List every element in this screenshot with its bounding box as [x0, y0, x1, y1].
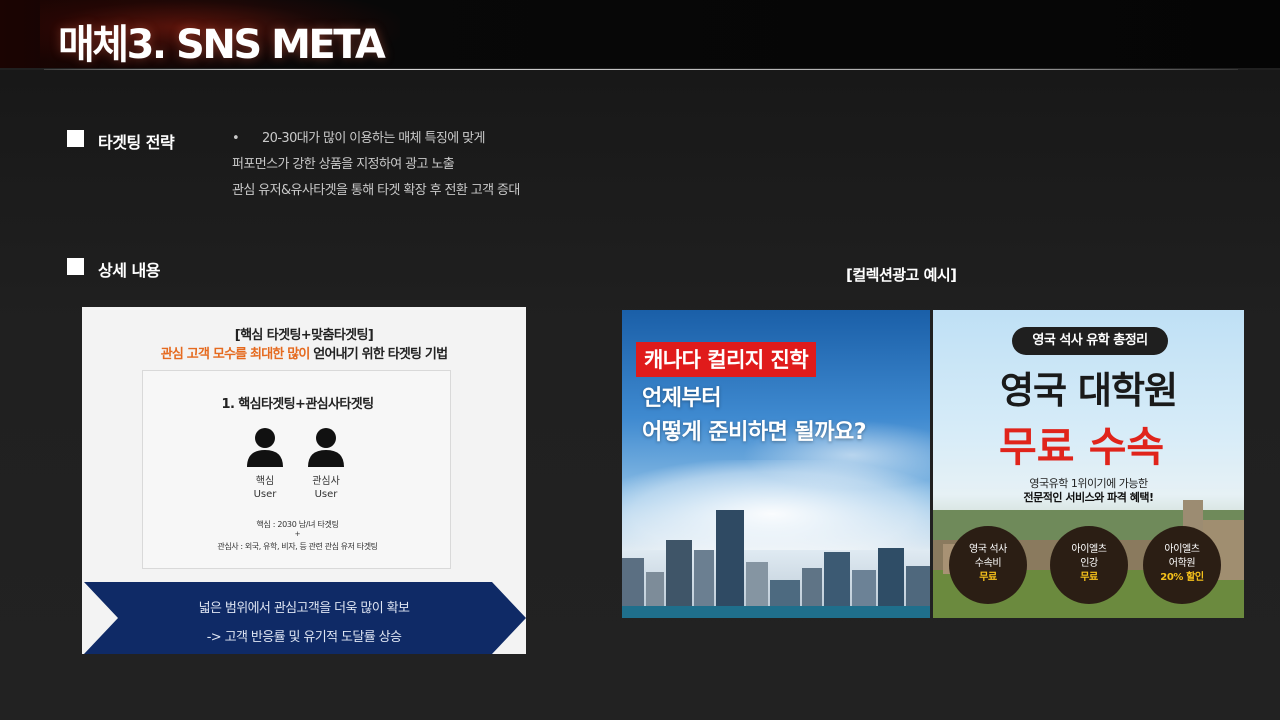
- banner-line-2: -> 고객 반응률 및 유기적 도달률 상승: [206, 630, 402, 645]
- detail-label: 상세 내용: [98, 261, 160, 280]
- strategy-line-2: 퍼포먼스가 강한 상품을 지정하여 광고 노출: [232, 157, 455, 172]
- ad2-headline-2: 무료 수속: [999, 423, 1165, 471]
- interest-targeting-note: 관심사 : 외국, 유학, 비자, 등 관련 관심 유저 타겟팅: [217, 542, 378, 551]
- ad2-pill-label: 영국 석사 유학 총정리: [1012, 327, 1168, 355]
- ad-example-canada: 캐나다 컬리지 진학 언제부터 어떻게 준비하면 될까요?: [622, 310, 930, 618]
- targeting-box-title: 1. 핵심타겟팅+관심사타겟팅: [221, 397, 375, 412]
- city-skyline-image: [622, 510, 930, 618]
- ad2-subtext-2: 전문적인 서비스와 파격 혜택!: [1023, 491, 1154, 504]
- plus-sign: +: [294, 530, 301, 538]
- bullet-icon: •: [232, 131, 240, 146]
- detail-heading: [핵심 타겟팅+맞춤타겟팅]: [234, 328, 374, 343]
- benefit-badge: 영국 석사 수속비 무료: [949, 526, 1027, 604]
- interest-user-label: 관심사 User: [312, 476, 340, 500]
- user-icon: [308, 428, 344, 467]
- core-targeting-note: 핵심 : 2030 남/녀 타겟팅: [256, 520, 339, 529]
- banner-line-1: 넓은 범위에서 관심고객을 더욱 많이 확보: [198, 601, 410, 616]
- ad1-headline: 캐나다 컬리지 진학: [636, 342, 817, 377]
- section-marker-icon: [67, 258, 84, 275]
- ad1-line-2: 언제부터: [642, 386, 721, 411]
- ad1-line-3: 어떻게 준비하면 될까요?: [642, 420, 866, 445]
- benefit-badge: 아이엘츠 인강 무료: [1050, 526, 1128, 604]
- strategy-line-3: 관심 유저&유사타겟을 통해 타겟 확장 후 전환 고객 증대: [232, 183, 520, 198]
- detail-subheading-highlight: 관심 고객 모수를 최대한 많이: [160, 347, 311, 362]
- strategy-line-1: • 20-30대가 많이 이용하는 매체 특징에 맞게: [232, 128, 520, 154]
- targeting-box: 1. 핵심타겟팅+관심사타겟팅 핵심 User 관심사 User 핵심 : 2030…: [142, 370, 451, 569]
- examples-label: [컬렉션광고 예시]: [846, 266, 957, 284]
- benefit-badge: 아이엘츠 어학원 20% 할인: [1143, 526, 1221, 604]
- core-user-label: 핵심 User: [253, 476, 277, 500]
- ad-example-uk: 영국 석사 유학 총정리 영국 대학원 무료 수속 영국유학 1위이기에 가능한…: [933, 310, 1244, 618]
- ad2-headline-1: 영국 대학원: [999, 369, 1178, 412]
- targeting-detail-panel: [핵심 타겟팅+맞춤타겟팅] 관심 고객 모수를 최대한 많이 얻어내기 위한 …: [82, 307, 526, 654]
- strategy-text: • 20-30대가 많이 이용하는 매체 특징에 맞게 퍼포먼스가 강한 상품을 …: [232, 128, 520, 206]
- detail-subheading: 관심 고객 모수를 최대한 많이 얻어내기 위한 타겟팅 기법: [160, 347, 448, 362]
- page-title: 매체3. SNS META: [58, 22, 386, 68]
- section-marker-icon: [67, 130, 84, 147]
- strategy-label: 타겟팅 전략: [98, 133, 175, 152]
- user-icon: [247, 428, 283, 467]
